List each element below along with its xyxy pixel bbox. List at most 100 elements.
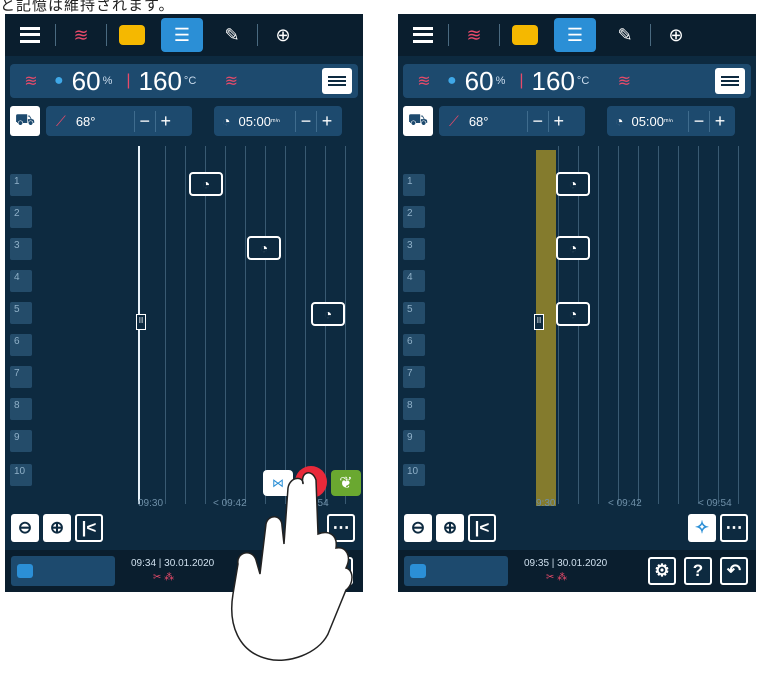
humidity-value: 60 xyxy=(464,65,494,96)
timer-icon: ◔ xyxy=(222,113,231,129)
mode-indicator[interactable] xyxy=(404,556,508,586)
rack-2[interactable]: 2 xyxy=(10,206,32,228)
timer-plus[interactable]: + xyxy=(709,110,730,132)
edit-tab[interactable]: ✎ xyxy=(211,18,253,52)
cart-button[interactable]: ⛟ xyxy=(10,106,40,136)
back-icon[interactable]: ↶ xyxy=(720,557,748,585)
core-temp-minus[interactable]: − xyxy=(133,110,155,132)
core-temp-control[interactable]: ⟋ 68° − + xyxy=(439,106,585,136)
ai-tab[interactable]: ⊕ xyxy=(262,18,304,52)
caption-text: と記憶は維持されます。 xyxy=(0,0,175,14)
rack-2[interactable]: 2 xyxy=(403,206,425,228)
right-screen: ≋ ☰ ✎ ⊕ ≋ ● 60% | 160 °C ≋ ⛟ ⟋ 68° − + ◔ … xyxy=(398,14,756,592)
time-handle[interactable]: II xyxy=(136,314,146,330)
humidity-icon: ● xyxy=(447,72,457,89)
settings-icon[interactable]: ⚙ xyxy=(648,557,676,585)
rack-4[interactable]: 4 xyxy=(403,270,425,292)
program-tab[interactable] xyxy=(111,18,153,52)
ai-tab[interactable]: ⊕ xyxy=(655,18,697,52)
menu-tab[interactable] xyxy=(402,18,444,52)
rack-5[interactable]: 5 xyxy=(403,302,425,324)
rack-7[interactable]: 7 xyxy=(403,366,425,388)
timer-slot-rack-3[interactable]: ◔ xyxy=(247,236,281,260)
rack-1[interactable]: 1 xyxy=(403,174,425,196)
bottom-toolbar: ⊖ ⊕ |< ✧ ⋯ xyxy=(398,514,756,548)
timer-minus[interactable]: − xyxy=(688,110,709,132)
timer-minus[interactable]: − xyxy=(295,110,316,132)
jump-start-icon[interactable]: |< xyxy=(468,514,496,542)
parameters-row: ⛟ ⟋ 68° − + ◔ 05:00 ᵐⁱⁿ − + xyxy=(10,104,358,138)
rack-4[interactable]: 4 xyxy=(10,270,32,292)
filter-button[interactable] xyxy=(322,68,352,94)
combi-steam-icon: ≋ xyxy=(417,73,431,90)
combi-tab[interactable]: ≋ xyxy=(60,18,102,52)
combi-tab[interactable]: ≋ xyxy=(453,18,495,52)
humidity-value: 60 xyxy=(71,65,101,96)
combi-steam-icon: ≋ xyxy=(24,73,38,90)
rack-7[interactable]: 7 xyxy=(10,366,32,388)
program-tab[interactable] xyxy=(504,18,546,52)
combi-mode-icon: ≋ xyxy=(73,24,89,45)
status-icons: ✂ ⁂ xyxy=(153,572,175,583)
core-temp-control[interactable]: ⟋ 68° − + xyxy=(46,106,192,136)
menu-tab[interactable] xyxy=(9,18,51,52)
time-label: 9:30 xyxy=(536,498,556,509)
jump-start-icon[interactable]: |< xyxy=(75,514,103,542)
datetime: 09:35 | 30.01.2020 xyxy=(524,558,608,569)
zoom-out-icon[interactable]: ⊖ xyxy=(11,514,39,542)
thermometer-icon: | xyxy=(519,72,524,89)
menu-icon xyxy=(20,27,40,43)
cart-button[interactable]: ⛟ xyxy=(403,106,433,136)
rack-6[interactable]: 6 xyxy=(10,334,32,356)
core-temp-plus[interactable]: + xyxy=(547,110,569,132)
edit-icon: ✎ xyxy=(617,24,633,45)
rack-6[interactable]: 6 xyxy=(403,334,425,356)
timer-slot-rack-5[interactable]: ◔ xyxy=(311,302,345,326)
hand-pointer-illustration xyxy=(231,472,353,661)
timer-slot-rack-1[interactable]: ◔ xyxy=(189,172,223,196)
timer-control[interactable]: ◔ 05:00 ᵐⁱⁿ − + xyxy=(607,106,735,136)
rack-10[interactable]: 10 xyxy=(403,464,425,486)
timer-slot-rack-5[interactable]: ◔ xyxy=(556,302,590,326)
rack-8[interactable]: 8 xyxy=(403,398,425,420)
rack-3[interactable]: 3 xyxy=(10,238,32,260)
mode-indicator[interactable] xyxy=(11,556,115,586)
edit-tab[interactable]: ✎ xyxy=(604,18,646,52)
top-tab-bar: ≋ ☰ ✎ ⊕ xyxy=(398,14,756,56)
timer-slot-rack-1[interactable]: ◔ xyxy=(556,172,590,196)
timer-plus[interactable]: + xyxy=(316,110,337,132)
rack-5[interactable]: 5 xyxy=(10,302,32,324)
clean-icon[interactable]: ✧ xyxy=(688,514,716,542)
ai-icon: ⊕ xyxy=(668,24,684,45)
timer-slot-rack-3[interactable]: ◔ xyxy=(556,236,590,260)
zoom-in-icon[interactable]: ⊕ xyxy=(436,514,464,542)
zoom-out-icon[interactable]: ⊖ xyxy=(404,514,432,542)
help-icon[interactable]: ? xyxy=(684,557,712,585)
rack-3[interactable]: 3 xyxy=(403,238,425,260)
time-label: < 09:42 xyxy=(608,498,642,509)
rack-9[interactable]: 9 xyxy=(403,430,425,452)
filter-button[interactable] xyxy=(715,68,745,94)
timer-control[interactable]: ◔ 05:00 ᵐⁱⁿ − + xyxy=(214,106,342,136)
rack-9[interactable]: 9 xyxy=(10,430,32,452)
rack-10[interactable]: 10 xyxy=(10,464,32,486)
core-temp-minus[interactable]: − xyxy=(526,110,548,132)
cooking-path-tab[interactable]: ☰ xyxy=(161,18,203,52)
time-label: 09:30 xyxy=(138,498,164,509)
core-temp-plus[interactable]: + xyxy=(154,110,176,132)
cooking-path-tab[interactable]: ☰ xyxy=(554,18,596,52)
rack-8[interactable]: 8 xyxy=(10,398,32,420)
combi-mode-icon: ≋ xyxy=(466,24,482,45)
temperature-value: 160 xyxy=(531,65,575,96)
program-icon xyxy=(512,25,538,45)
climate-bar[interactable]: ≋ ● 60% | 160 °C ≋ xyxy=(10,64,358,98)
climate-bar[interactable]: ≋ ● 60% | 160 °C ≋ xyxy=(403,64,751,98)
timer-icon: ◔ xyxy=(615,113,624,129)
temperature-value: 160 xyxy=(138,65,182,96)
cooking-path-icon: ☰ xyxy=(566,24,584,45)
rack-1[interactable]: 1 xyxy=(10,174,32,196)
zoom-in-icon[interactable]: ⊕ xyxy=(43,514,71,542)
ai-icon: ⊕ xyxy=(275,24,291,45)
time-handle[interactable]: II xyxy=(534,314,544,330)
more-icon[interactable]: ⋯ xyxy=(720,514,748,542)
